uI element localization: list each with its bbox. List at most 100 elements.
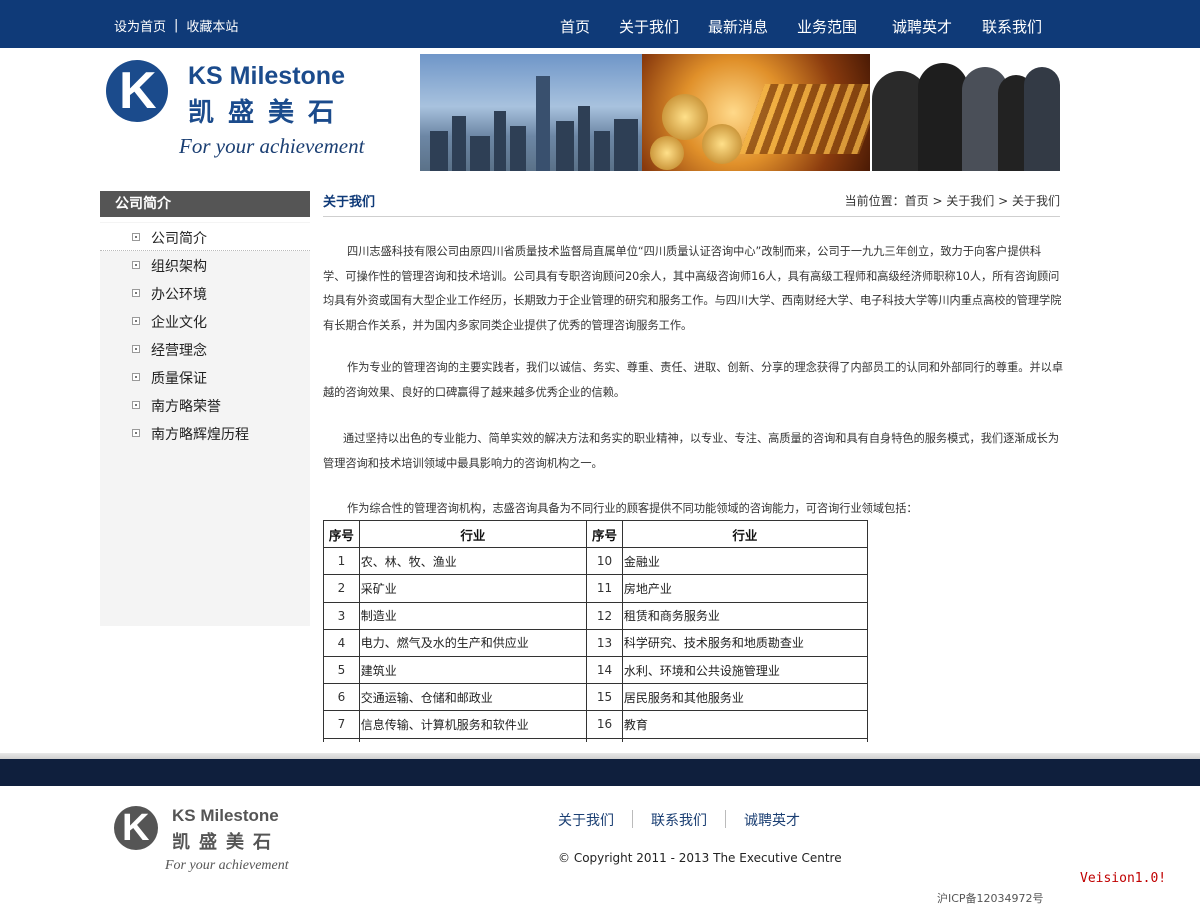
sidebar-item-label: 南方略辉煌历程 [151, 427, 249, 443]
logo-chinese-name: 凯盛美石 [188, 98, 349, 128]
header-banner [420, 54, 1060, 171]
bullet-icon [132, 317, 140, 325]
industry-cell: 建筑业 [358, 655, 588, 685]
industry-cell: 交通运输、仓储和邮政业 [358, 683, 588, 712]
copyright-text: © Copyright 2011 - 2013 The Executive Ce… [558, 851, 842, 865]
row-number-cell: 11 [586, 574, 623, 603]
row-number-cell: 15 [586, 683, 623, 712]
version-text: Veision1.0! [1080, 871, 1167, 886]
intro-paragraph-1: 四川志盛科技有限公司由原四川省质量技术监督局直属单位“四川质量认证咨询中心”改制… [323, 245, 1062, 332]
row-number-cell: 3 [323, 601, 360, 630]
footer-logo: K KS Milestone 凯盛美石 For your achievement [112, 800, 312, 880]
industry-cell: 信息传输、计算机服务和软件业 [358, 710, 588, 739]
column-header: 序号 [586, 519, 623, 549]
breadcrumb: 当前位置：首页 > 关于我们 > 关于我们 [844, 194, 1060, 208]
city-skyline-image [420, 54, 642, 171]
sidebar-item-honors[interactable]: 南方略荣誉 [100, 391, 310, 419]
business-team-image [870, 54, 1060, 171]
row-number-cell: 14 [586, 655, 623, 685]
industry-cell: 采矿业 [358, 574, 588, 603]
footer-bar [0, 759, 1200, 786]
table-row: 8 17 [323, 737, 869, 742]
industry-cell: 房地产业 [621, 574, 869, 603]
footer-link-divider [725, 810, 726, 828]
sidebar-item-history[interactable]: 南方略辉煌历程 [100, 419, 310, 447]
row-number-cell: 12 [586, 601, 623, 630]
row-number-cell: 10 [586, 547, 623, 576]
industry-cell: 制造业 [358, 601, 588, 630]
row-number-cell: 8 [323, 737, 360, 742]
table-row: 2 采矿业 11 房地产业 [323, 574, 869, 603]
sidebar-item-label: 公司简介 [151, 231, 207, 247]
row-number-cell: 13 [586, 628, 623, 657]
set-home-link[interactable]: 设为首页 [114, 16, 166, 35]
industry-table: 序号 行业 序号 行业 1 农、林、牧、渔业 10 金融业 2 采矿业 11 房地产业 3 制造业… [323, 519, 869, 742]
page-title: 关于我们 [323, 195, 376, 210]
sidebar-item-philosophy[interactable]: 经营理念 [100, 335, 310, 363]
table-row: 7 信息传输、计算机服务和软件业 16 教育 [323, 710, 869, 739]
industry-cell: 租赁和商务服务业 [621, 601, 869, 630]
bookmark-link[interactable]: 收藏本站 [186, 16, 238, 35]
column-header: 序号 [323, 519, 360, 549]
industry-cell: 科学研究、技术服务和地质勘查业 [621, 628, 869, 657]
sidebar-item-label: 质量保证 [151, 371, 207, 387]
nav-news[interactable]: 最新消息 [708, 16, 768, 37]
footer-link-contact[interactable]: 联系我们 [651, 810, 707, 830]
intro-paragraph-2: 作为专业的管理咨询的主要实践者，我们以诚信、务实、尊重、责任、进取、创新、分享的… [323, 361, 1064, 399]
sidebar-item-label: 企业文化 [151, 315, 207, 331]
footer-link-about[interactable]: 关于我们 [558, 810, 614, 830]
bullet-icon [132, 345, 140, 353]
sidebar-item-label: 经营理念 [151, 343, 207, 359]
intro-paragraph-3: 通过坚持以出色的专业能力、简单实效的解决方法和务实的职业精神，以专业、专注、高质… [323, 432, 1060, 470]
table-row: 5 建筑业 14 水利、环境和公共设施管理业 [323, 655, 869, 685]
icp-license-text: 沪ICP备12034972号 [937, 892, 1044, 905]
nav-contact[interactable]: 联系我们 [982, 16, 1042, 37]
top-links-separator: | [174, 18, 179, 33]
sidebar-item-label: 组织架构 [151, 259, 207, 275]
logo-tagline: For your achievement [179, 134, 365, 158]
row-number-cell: 5 [323, 655, 360, 685]
footer-logo-tagline: For your achievement [165, 858, 289, 873]
sidebar-item-quality[interactable]: 质量保证 [100, 363, 310, 391]
industry-cell: 居民服务和其他服务业 [621, 683, 869, 712]
nav-home[interactable]: 首页 [560, 16, 590, 37]
industry-cell: 教育 [621, 710, 869, 739]
industry-table-viewport: 序号 行业 序号 行业 1 农、林、牧、渔业 10 金融业 2 采矿业 11 房地产业 3 制造业… [320, 518, 880, 742]
industry-cell: 农、林、牧、渔业 [358, 547, 588, 576]
footer-link-careers[interactable]: 诚聘英才 [744, 810, 800, 830]
bullet-icon [132, 429, 140, 437]
table-row: 1 农、林、牧、渔业 10 金融业 [323, 547, 869, 576]
sidebar-item-office[interactable]: 办公环境 [100, 279, 310, 307]
sidebar-item-label: 南方略荣誉 [151, 399, 221, 415]
table-header-row: 序号 行业 序号 行业 [323, 519, 869, 549]
nav-careers[interactable]: 诚聘英才 [892, 16, 952, 37]
table-row: 3 制造业 12 租赁和商务服务业 [323, 601, 869, 630]
industry-cell: 水利、环境和公共设施管理业 [621, 655, 869, 685]
logo-mark-icon: K [106, 60, 168, 122]
nav-about[interactable]: 关于我们 [619, 16, 679, 37]
industry-cell [358, 737, 588, 742]
footer-link-divider [632, 810, 633, 828]
table-row: 4 电力、燃气及水的生产和供应业 13 科学研究、技术服务和地质勘查业 [323, 628, 869, 657]
logo-english-name: KS Milestone [188, 62, 345, 90]
row-number-cell: 2 [323, 574, 360, 603]
title-divider [323, 216, 1060, 217]
footer-logo-mark-icon: K [114, 806, 158, 850]
sidebar-item-company-profile[interactable]: 公司简介 [100, 223, 310, 251]
footer-logo-english-name: KS Milestone [172, 806, 279, 825]
row-number-cell: 17 [586, 737, 623, 742]
bullet-icon [132, 401, 140, 409]
sidebar-item-organization[interactable]: 组织架构 [100, 251, 310, 279]
nav-business[interactable]: 业务范围 [797, 16, 857, 37]
bullet-icon [132, 289, 140, 297]
bullet-icon [132, 261, 140, 269]
top-links: 设为首页 | 收藏本站 [114, 16, 238, 35]
table-row: 6 交通运输、仓储和邮政业 15 居民服务和其他服务业 [323, 683, 869, 712]
sidebar-title: 公司简介 [100, 191, 310, 217]
column-header: 行业 [621, 519, 869, 549]
footer-links: 关于我们 联系我们 诚聘英才 [558, 810, 800, 830]
sidebar-item-culture[interactable]: 企业文化 [100, 307, 310, 335]
row-number-cell: 1 [323, 547, 360, 576]
row-number-cell: 6 [323, 683, 360, 712]
column-header: 行业 [358, 519, 588, 549]
